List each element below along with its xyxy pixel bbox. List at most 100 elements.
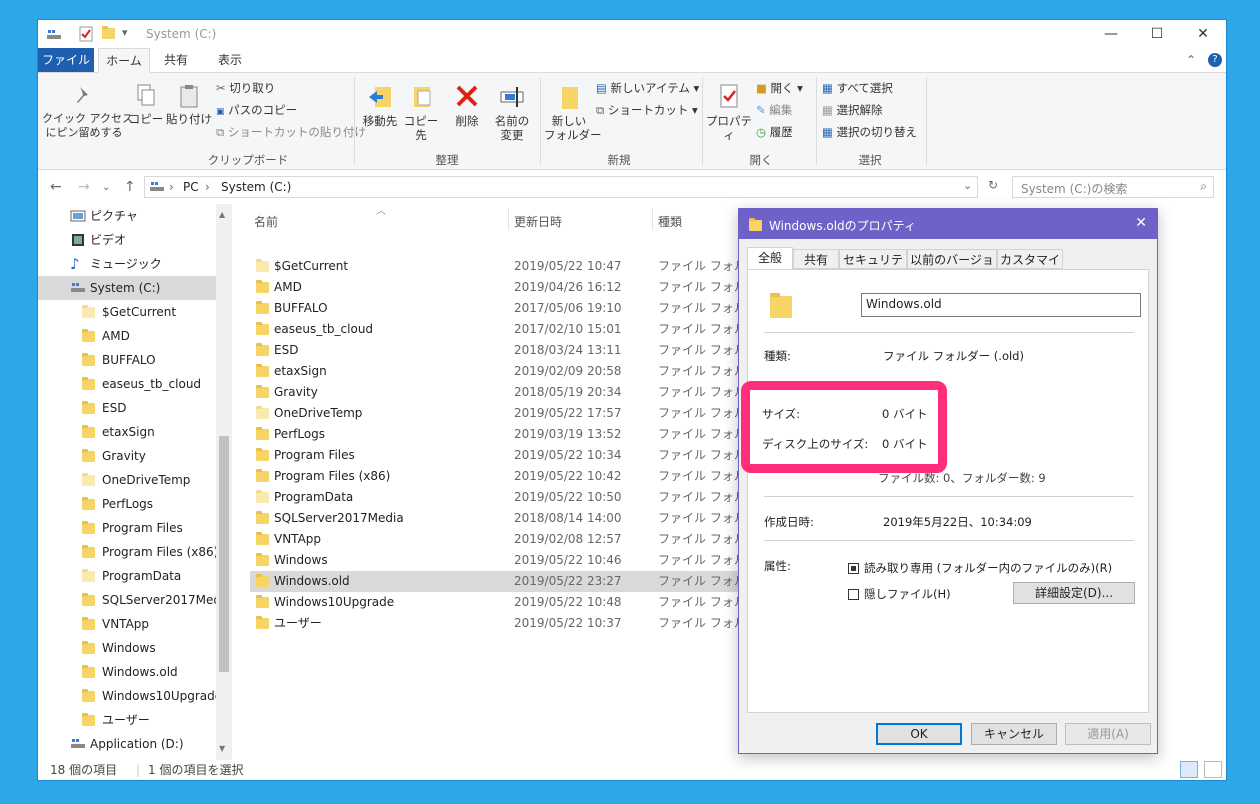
copy-path-button[interactable]: ▣ パスのコピー bbox=[216, 103, 297, 119]
readonly-checkbox[interactable]: 読み取り専用 (フォルダー内のファイルのみ)(R) bbox=[848, 560, 1112, 576]
address-box[interactable]: › PC › System (C:) ⌄ bbox=[144, 176, 978, 198]
forward-arrow-icon[interactable]: → bbox=[78, 179, 90, 195]
nav-item[interactable]: Windows bbox=[38, 636, 216, 660]
nav-item[interactable]: ビデオ bbox=[38, 228, 216, 252]
file-row[interactable]: VNTApp 2019/02/08 12:57 ファイル フォルダー bbox=[250, 529, 770, 550]
refresh-icon[interactable]: ↻ bbox=[982, 178, 1004, 198]
hidden-checkbox-box[interactable] bbox=[848, 589, 859, 600]
nav-item[interactable]: Program Files (x86) bbox=[38, 540, 218, 564]
ribbon-collapse-icon[interactable]: ⌃ bbox=[1186, 53, 1196, 67]
up-arrow-icon[interactable]: ↑ bbox=[124, 179, 136, 195]
file-row[interactable]: PerfLogs 2019/03/19 13:52 ファイル フォルダー bbox=[250, 424, 770, 445]
nav-item[interactable]: etaxSign bbox=[38, 420, 216, 444]
history-button[interactable]: ◷ 履歴 bbox=[756, 125, 793, 139]
nav-item[interactable]: AMD bbox=[38, 324, 216, 348]
nav-item[interactable]: ProgramData bbox=[38, 564, 216, 588]
folder-name-input[interactable]: Windows.old bbox=[861, 293, 1141, 317]
details-view-icon[interactable] bbox=[1180, 761, 1198, 778]
dialog-close-icon[interactable]: ✕ bbox=[1135, 215, 1147, 231]
file-row[interactable]: ESD 2018/03/24 13:11 ファイル フォルダー bbox=[250, 340, 770, 361]
dialog-tab-security[interactable]: セキュリティ bbox=[839, 249, 907, 287]
edit-button[interactable]: ✎ 編集 bbox=[756, 103, 792, 117]
properties-button[interactable]: プロパティ bbox=[706, 83, 752, 142]
file-row[interactable]: Program Files 2019/05/22 10:34 ファイル フォルダー bbox=[250, 445, 770, 466]
new-folder-button[interactable]: 新しい フォルダー bbox=[544, 83, 602, 142]
nav-item[interactable]: ピクチャ bbox=[38, 204, 216, 228]
hidden-checkbox[interactable]: 隠しファイル(H) bbox=[848, 586, 951, 602]
file-row[interactable]: Windows10Upgrade 2019/05/22 10:48 ファイル フォル… bbox=[250, 592, 770, 613]
cancel-button[interactable]: キャンセル bbox=[971, 723, 1057, 745]
pin-quick-access-button[interactable]: クイック アクセス にピン留めする bbox=[42, 83, 133, 140]
minimize-icon[interactable]: — bbox=[1088, 20, 1134, 48]
ok-button[interactable]: OK bbox=[876, 723, 962, 745]
customize-quick-access-icon[interactable]: ▾ bbox=[122, 26, 128, 42]
open-button[interactable]: ■ 開く ▾ bbox=[756, 81, 803, 95]
column-header-name[interactable]: 名前 bbox=[254, 213, 278, 230]
paste-button[interactable]: 貼り付け bbox=[166, 83, 212, 126]
copy-to-button[interactable]: コピー先 bbox=[400, 83, 442, 142]
new-folder-quick-icon[interactable] bbox=[102, 26, 115, 42]
file-row[interactable]: Windows.old 2019/05/22 23:27 ファイル フォルダー bbox=[250, 571, 770, 592]
apply-button[interactable]: 適用(A) bbox=[1065, 723, 1151, 745]
nav-item[interactable]: Windows10Upgrade bbox=[38, 684, 222, 708]
nav-item[interactable]: Application (D:) bbox=[38, 732, 216, 756]
breadcrumb-drive[interactable]: System (C:) bbox=[221, 180, 291, 194]
search-input[interactable]: System (C:)の検索 ⌕ bbox=[1012, 176, 1214, 198]
file-row[interactable]: Windows 2019/05/22 10:46 ファイル フォルダー bbox=[250, 550, 770, 571]
nav-scrollbar[interactable]: ▲ ▼ bbox=[216, 204, 232, 760]
paste-shortcut-button[interactable]: ⧉ ショートカットの貼り付け bbox=[216, 125, 366, 139]
file-row[interactable]: SQLServer2017Media 2018/08/14 14:00 ファイル フ… bbox=[250, 508, 770, 529]
select-none-button[interactable]: ▦ 選択解除 bbox=[822, 103, 883, 117]
tab-home[interactable]: ホーム bbox=[98, 48, 150, 73]
help-icon[interactable]: ? bbox=[1208, 53, 1222, 67]
nav-item[interactable]: VNTApp bbox=[38, 612, 216, 636]
tab-view[interactable]: 表示 bbox=[208, 48, 252, 72]
dialog-tab-share[interactable]: 共有 bbox=[793, 249, 839, 269]
nav-item[interactable]: SQLServer2017Media bbox=[38, 588, 232, 612]
nav-item[interactable]: System (C:) bbox=[38, 276, 216, 300]
dialog-tab-general[interactable]: 全般 bbox=[747, 247, 793, 270]
tab-file[interactable]: ファイル bbox=[38, 48, 94, 72]
shortcut-button[interactable]: ⧉ ショートカット ▾ bbox=[596, 103, 698, 117]
nav-scrollbar-thumb[interactable] bbox=[219, 436, 229, 672]
nav-item[interactable]: ♪ ミュージック bbox=[38, 252, 216, 276]
properties-quick-icon[interactable] bbox=[78, 26, 94, 42]
nav-item[interactable]: Gravity bbox=[38, 444, 216, 468]
file-row[interactable]: AMD 2019/04/26 16:12 ファイル フォルダー bbox=[250, 277, 770, 298]
file-row[interactable]: ユーザー 2019/05/22 10:37 ファイル フォルダー bbox=[250, 613, 770, 634]
file-row[interactable]: ProgramData 2019/05/22 10:50 ファイル フォルダー bbox=[250, 487, 770, 508]
invert-selection-button[interactable]: ▦ 選択の切り替え bbox=[822, 125, 917, 139]
file-row[interactable]: $GetCurrent 2019/05/22 10:47 ファイル フォルダー bbox=[250, 256, 770, 277]
delete-button[interactable]: 削除 bbox=[448, 83, 486, 128]
advanced-button[interactable]: 詳細設定(D)... bbox=[1013, 582, 1135, 604]
file-row[interactable]: etaxSign 2019/02/09 20:58 ファイル フォルダー bbox=[250, 361, 770, 382]
large-icons-view-icon[interactable] bbox=[1204, 761, 1222, 778]
new-item-button[interactable]: ▤ 新しいアイテム ▾ bbox=[596, 81, 699, 95]
nav-item[interactable]: ユーザー bbox=[38, 708, 216, 732]
address-dropdown-chevron-icon[interactable]: ⌄ bbox=[963, 179, 972, 192]
move-to-button[interactable]: 移動先 bbox=[360, 83, 400, 128]
nav-item[interactable]: $GetCurrent bbox=[38, 300, 216, 324]
column-separator[interactable] bbox=[508, 208, 509, 230]
file-row[interactable]: BUFFALO 2017/05/06 19:10 ファイル フォルダー bbox=[250, 298, 770, 319]
column-header-date[interactable]: 更新日時 bbox=[514, 213, 562, 230]
breadcrumb-pc[interactable]: PC bbox=[183, 180, 199, 194]
nav-item[interactable]: PerfLogs bbox=[38, 492, 216, 516]
file-row[interactable]: Gravity 2018/05/19 20:34 ファイル フォルダー bbox=[250, 382, 770, 403]
file-row[interactable]: easeus_tb_cloud 2017/02/10 15:01 ファイル フォルダ… bbox=[250, 319, 770, 340]
tab-share[interactable]: 共有 bbox=[154, 48, 198, 72]
scroll-up-icon[interactable]: ▲ bbox=[219, 210, 225, 219]
select-all-button[interactable]: ▦ すべて選択 bbox=[822, 81, 893, 95]
nav-item[interactable]: OneDriveTemp bbox=[38, 468, 216, 492]
column-header-type[interactable]: 種類 bbox=[658, 213, 682, 230]
nav-item[interactable]: Program Files bbox=[38, 516, 216, 540]
scroll-down-icon[interactable]: ▼ bbox=[219, 744, 225, 753]
nav-item[interactable]: easeus_tb_cloud bbox=[38, 372, 216, 396]
file-row[interactable]: Program Files (x86) 2019/05/22 10:42 ファイル … bbox=[250, 466, 770, 487]
readonly-checkbox-box[interactable] bbox=[848, 563, 859, 574]
nav-item[interactable]: BUFFALO bbox=[38, 348, 216, 372]
copy-button[interactable]: コピー bbox=[128, 83, 164, 126]
rename-button[interactable]: 名前の 変更 bbox=[490, 83, 534, 142]
cut-button[interactable]: ✂ 切り取り bbox=[216, 81, 275, 95]
column-separator[interactable] bbox=[652, 208, 653, 230]
